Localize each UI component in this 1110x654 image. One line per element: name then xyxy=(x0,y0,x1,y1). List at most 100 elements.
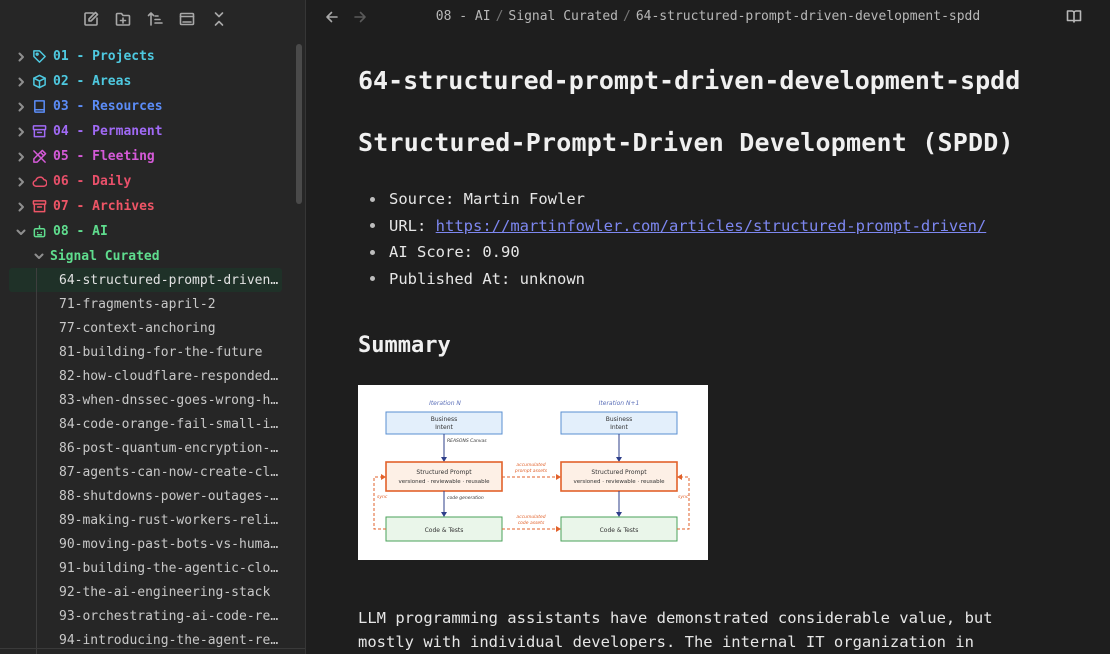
structured-prompt-sub-right: versioned · reviewable · reusable xyxy=(573,479,665,485)
note-title[interactable]: 64-structured-prompt-driven-development-… xyxy=(358,66,1020,95)
file-item[interactable]: 81-building-for-the-future xyxy=(9,340,282,364)
arrowhead-right-2 xyxy=(616,512,622,517)
chevron-right-icon xyxy=(14,175,28,189)
intent-label-left: Intent xyxy=(435,424,453,431)
spdd-diagram-image[interactable]: Iteration N Iteration N+1 Business Inten… xyxy=(358,385,708,560)
arrowhead-left-2 xyxy=(441,512,447,517)
breadcrumb-separator: / xyxy=(623,9,631,24)
spdd-diagram: Iteration N Iteration N+1 Business Inten… xyxy=(373,400,690,542)
sort-icon[interactable] xyxy=(143,7,167,31)
file-label: 94-introducing-the-agent-readiness-score xyxy=(59,632,281,648)
file-label: 88-shutdowns-power-outages-and-more xyxy=(59,488,281,504)
iteration-n-label: Iteration N xyxy=(429,400,461,407)
folder-label: 06 - Daily xyxy=(53,174,132,189)
folder-areas[interactable]: 02 - Areas xyxy=(0,69,292,94)
property-value: Martin Fowler xyxy=(463,190,585,209)
note-view: 08 - AI / Signal Curated / 64-structured-pro… xyxy=(306,0,1110,654)
property-url: URL: https://martinfowler.com/articles/s… xyxy=(370,213,986,240)
folder-label: 01 - Projects xyxy=(53,49,155,64)
property-label: URL: xyxy=(389,216,427,235)
file-item[interactable]: 89-making-rust-workers-reliable xyxy=(9,508,282,532)
folder-label: 02 - Areas xyxy=(53,74,132,89)
new-note-icon[interactable] xyxy=(79,7,103,31)
view-header: 08 - AI / Signal Curated / 64-structured-pro… xyxy=(306,0,1110,34)
folder-signal-curated[interactable]: Signal Curated xyxy=(0,244,292,268)
structured-prompt-label-left: Structured Prompt xyxy=(416,469,472,476)
folder-archives[interactable]: 07 - Archives xyxy=(0,194,292,219)
note-paragraph: LLM programming assistants have demonstr… xyxy=(358,609,993,651)
acc-code-label-2: code assets xyxy=(518,520,545,526)
url-link[interactable]: https://martinfowler.com/articles/struct… xyxy=(436,217,987,235)
chevron-right-icon xyxy=(14,125,28,139)
breadcrumb-subfolder[interactable]: Signal Curated xyxy=(508,9,618,24)
file-label: 84-code-orange-fail-small-is-complete xyxy=(59,416,281,432)
structured-prompt-box-left xyxy=(385,461,503,492)
folder-label: Signal Curated xyxy=(50,248,160,264)
property-label: Published At: xyxy=(389,269,511,288)
file-item[interactable]: 92-the-ai-engineering-stack xyxy=(9,580,282,604)
file-label: 92-the-ai-engineering-stack xyxy=(59,584,271,600)
file-item[interactable]: 77-context-anchoring xyxy=(9,316,282,340)
tree-indent-guide xyxy=(36,268,37,654)
property-label: Source: xyxy=(389,190,455,209)
file-item[interactable]: 88-shutdowns-power-outages-and-more xyxy=(9,484,282,508)
folder-permanent[interactable]: 04 - Permanent xyxy=(0,119,292,144)
breadcrumb-folder[interactable]: 08 - AI xyxy=(436,9,491,24)
sync-loop-right xyxy=(677,476,690,530)
sync-label-left: sync xyxy=(377,495,388,500)
explorer-toolbar xyxy=(0,0,305,38)
file-item[interactable]: 93-orchestrating-ai-code-review xyxy=(9,604,282,628)
folder-projects[interactable]: 01 - Projects xyxy=(0,44,292,69)
chevron-down-icon xyxy=(14,225,28,239)
file-label: 87-agents-can-now-create-cloudflare-acco… xyxy=(59,464,281,480)
file-item[interactable]: 64-structured-prompt-driven-development-… xyxy=(9,268,282,292)
property-value: unknown xyxy=(519,269,585,288)
file-label: 64-structured-prompt-driven-development-… xyxy=(59,272,281,288)
structured-prompt-box-right xyxy=(560,461,678,492)
business-label-left: Business xyxy=(431,416,457,423)
file-tree: 01 - Projects 02 - Areas 03 - Resources … xyxy=(0,44,292,652)
breadcrumb: 08 - AI / Signal Curated / 64-structured-pro… xyxy=(306,9,1110,24)
structured-prompt-label-right: Structured Prompt xyxy=(591,469,647,476)
file-item[interactable]: 86-post-quantum-encryption-everywhere xyxy=(9,436,282,460)
file-item[interactable]: 87-agents-can-now-create-cloudflare-acco… xyxy=(9,460,282,484)
file-item[interactable]: 71-fragments-april-2 xyxy=(9,292,282,316)
file-item[interactable]: 91-building-the-agentic-cloud xyxy=(9,556,282,580)
archive-box-icon xyxy=(32,124,50,140)
file-label: 89-making-rust-workers-reliable xyxy=(59,512,281,528)
sidebar-divider xyxy=(0,648,305,649)
folder-resources[interactable]: 03 - Resources xyxy=(0,94,292,119)
new-folder-icon[interactable] xyxy=(111,7,135,31)
folder-label: 05 - Fleeting xyxy=(53,149,155,164)
folder-ai[interactable]: 08 - AI xyxy=(0,219,292,244)
file-item[interactable]: 82-how-cloudflare-responded-to-the-outag… xyxy=(9,364,282,388)
file-label: 91-building-the-agentic-cloud xyxy=(59,560,281,576)
chevron-right-icon xyxy=(14,150,28,164)
breadcrumb-note[interactable]: 64-structured-prompt-driven-development-… xyxy=(636,9,980,24)
folder-label: 08 - AI xyxy=(53,224,108,239)
sidebar-scrollbar[interactable] xyxy=(296,44,302,204)
folder-label: 07 - Archives xyxy=(53,199,155,214)
file-item[interactable]: 84-code-orange-fail-small-is-complete xyxy=(9,412,282,436)
property-source: Source: Martin Fowler xyxy=(370,186,986,213)
collapse-all-icon[interactable] xyxy=(207,7,231,31)
cube-icon xyxy=(32,74,50,90)
reading-view-icon[interactable] xyxy=(1066,8,1084,26)
book-icon xyxy=(32,99,50,115)
sync-label-right: sync xyxy=(678,495,689,500)
file-label: 81-building-for-the-future xyxy=(59,344,263,360)
cloud-icon xyxy=(32,174,50,190)
property-value: 0.90 xyxy=(482,243,520,262)
folder-daily[interactable]: 06 - Daily xyxy=(0,169,292,194)
code-tests-label-left: Code & Tests xyxy=(425,527,464,534)
acc-code-label-1: accumulated xyxy=(516,514,545,520)
code-tests-label-right: Code & Tests xyxy=(600,527,639,534)
file-explorer-sidebar: 01 - Projects 02 - Areas 03 - Resources … xyxy=(0,0,306,654)
acc-prompt-label-2: prompt assets xyxy=(514,468,548,474)
sync-loop-left xyxy=(373,476,386,530)
file-item[interactable]: 83-when-dnssec-goes-wrong-how-we-respond… xyxy=(9,388,282,412)
file-item[interactable]: 90-moving-past-bots-vs-humans xyxy=(9,532,282,556)
window-icon[interactable] xyxy=(175,7,199,31)
property-published-at: Published At: unknown xyxy=(370,266,986,293)
folder-fleeting[interactable]: 05 - Fleeting xyxy=(0,144,292,169)
